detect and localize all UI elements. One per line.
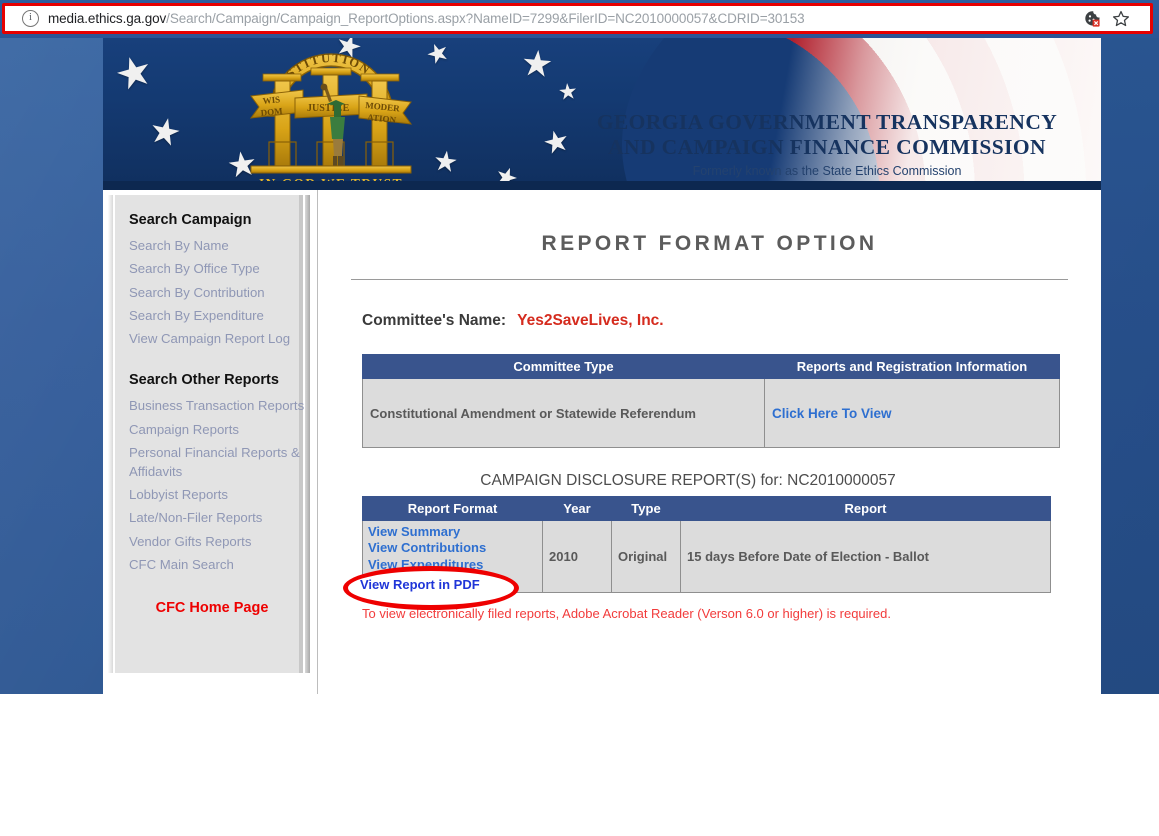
title-divider [351, 279, 1068, 280]
committee-type-table: Committee Type Reports and Registration … [362, 354, 1060, 448]
sidebar-column: Search Campaign Search By Name Search By… [103, 190, 317, 836]
sidebar-heading-search-campaign: Search Campaign [129, 212, 252, 228]
url-host: media.ethics.ga.gov [48, 11, 167, 26]
committee-name-label: Committee's Name: [362, 312, 507, 329]
star-icon: ★ [519, 41, 556, 86]
banner-subtitle: Formerly known as the State Ethics Commi… [692, 164, 962, 178]
sidebar-item-cfc-main-search[interactable]: CFC Main Search [129, 553, 303, 576]
sidebar-item-search-by-name[interactable]: Search By Name [129, 234, 303, 257]
sidebar-item-cfc-home-page[interactable]: CFC Home Page [129, 600, 303, 616]
sidebar-item-personal-financial-reports[interactable]: Personal Financial Reports & Affidavits [129, 441, 301, 483]
column-header-report: Report [680, 496, 1051, 521]
bookmark-star-icon[interactable] [1112, 10, 1130, 28]
cell-report-description: 15 days Before Date of Election - Ballot [680, 519, 1051, 594]
sidebar-item-search-by-expenditure[interactable]: Search By Expenditure [129, 304, 303, 327]
column-header-committee-type: Committee Type [362, 354, 765, 379]
disclosure-heading: CAMPAIGN DISCLOSURE REPORT(S) for: NC201… [480, 472, 896, 489]
sidebar-item-campaign-reports[interactable]: Campaign Reports [129, 418, 303, 441]
page-body: Search Campaign Search By Name Search By… [103, 190, 1101, 836]
column-header-report-format: Report Format [362, 496, 543, 521]
committee-name-line: Committee's Name: Yes2SaveLives, Inc. [362, 312, 1101, 330]
sidebar-item-vendor-gifts-reports[interactable]: Vendor Gifts Reports [129, 530, 303, 553]
committee-name-value: Yes2SaveLives, Inc. [517, 312, 664, 329]
sidebar-item-business-transaction-reports[interactable]: Business Transaction Reports [129, 394, 304, 417]
cell-type: Original [611, 519, 681, 594]
main-content: REPORT FORMAT OPTION Committee's Name: Ye… [317, 190, 1101, 694]
url-text: media.ethics.ga.gov/Search/Campaign/Camp… [48, 11, 1084, 26]
cell-committee-type: Constitutional Amendment or Statewide Re… [362, 378, 765, 448]
svg-text:WIS: WIS [262, 94, 280, 106]
table-header-row: Report Format Year Type Report [362, 496, 1051, 521]
page-title: REPORT FORMAT OPTION [541, 232, 878, 255]
banner-title-line2: AND CAMPAIGN FINANCE COMMISSION [608, 135, 1046, 159]
address-bar-icons [1084, 10, 1142, 28]
address-bar[interactable]: i media.ethics.ga.gov/Search/Campaign/Ca… [2, 3, 1153, 34]
sidebar-item-late-non-filer-reports[interactable]: Late/Non-Filer Reports [129, 506, 303, 529]
sidebar-item-search-by-office-type[interactable]: Search By Office Type [129, 257, 303, 280]
column-header-type: Type [611, 496, 681, 521]
table-row: Constitutional Amendment or Statewide Re… [362, 378, 1060, 448]
url-path: /Search/Campaign/Campaign_ReportOptions.… [166, 11, 805, 26]
site-container: ★ ★ ★ ★ ★ ★ ★ ★ ★ ★ CONSTITUTION [103, 36, 1101, 836]
view-contributions-link[interactable]: View Contributions [368, 540, 542, 556]
svg-text:JUSTICE: JUSTICE [307, 103, 350, 114]
sidebar-item-search-by-contribution[interactable]: Search By Contribution [129, 281, 303, 304]
star-icon: ★ [556, 78, 579, 105]
sidebar: Search Campaign Search By Name Search By… [108, 195, 310, 673]
cell-year: 2010 [542, 519, 612, 594]
banner-title-line1: GEORGIA GOVERNMENT TRANSPARENCY [596, 110, 1058, 134]
site-banner: ★ ★ ★ ★ ★ ★ ★ ★ ★ ★ CONSTITUTION [103, 36, 1101, 190]
browser-chrome: i media.ethics.ga.gov/Search/Campaign/Ca… [0, 0, 1159, 38]
sidebar-item-lobbyist-reports[interactable]: Lobbyist Reports [129, 483, 303, 506]
column-header-year: Year [542, 496, 612, 521]
svg-text:ATION: ATION [367, 112, 397, 125]
site-info-icon[interactable]: i [22, 10, 39, 27]
georgia-state-seal: CONSTITUTION WIS DOM JUSTICE MODER ATION [249, 51, 413, 190]
click-here-to-view-link[interactable]: Click Here To View [772, 406, 892, 421]
sidebar-heading-search-other-reports: Search Other Reports [129, 372, 279, 389]
banner-title: GEORGIA GOVERNMENT TRANSPARENCY AND CAMP… [567, 110, 1087, 160]
view-summary-link[interactable]: View Summary [368, 524, 542, 540]
cookie-blocked-icon[interactable] [1084, 10, 1101, 27]
table-header-row: Committee Type Reports and Registration … [362, 354, 1060, 379]
sidebar-item-view-campaign-report-log[interactable]: View Campaign Report Log [129, 327, 303, 350]
column-header-reports-registration-info: Reports and Registration Information [764, 354, 1060, 379]
cell-registration-info: Click Here To View [764, 378, 1060, 448]
banner-bottom-bar [103, 181, 1101, 190]
view-report-in-pdf-link-highlighted[interactable]: View Report in PDF [360, 577, 480, 592]
